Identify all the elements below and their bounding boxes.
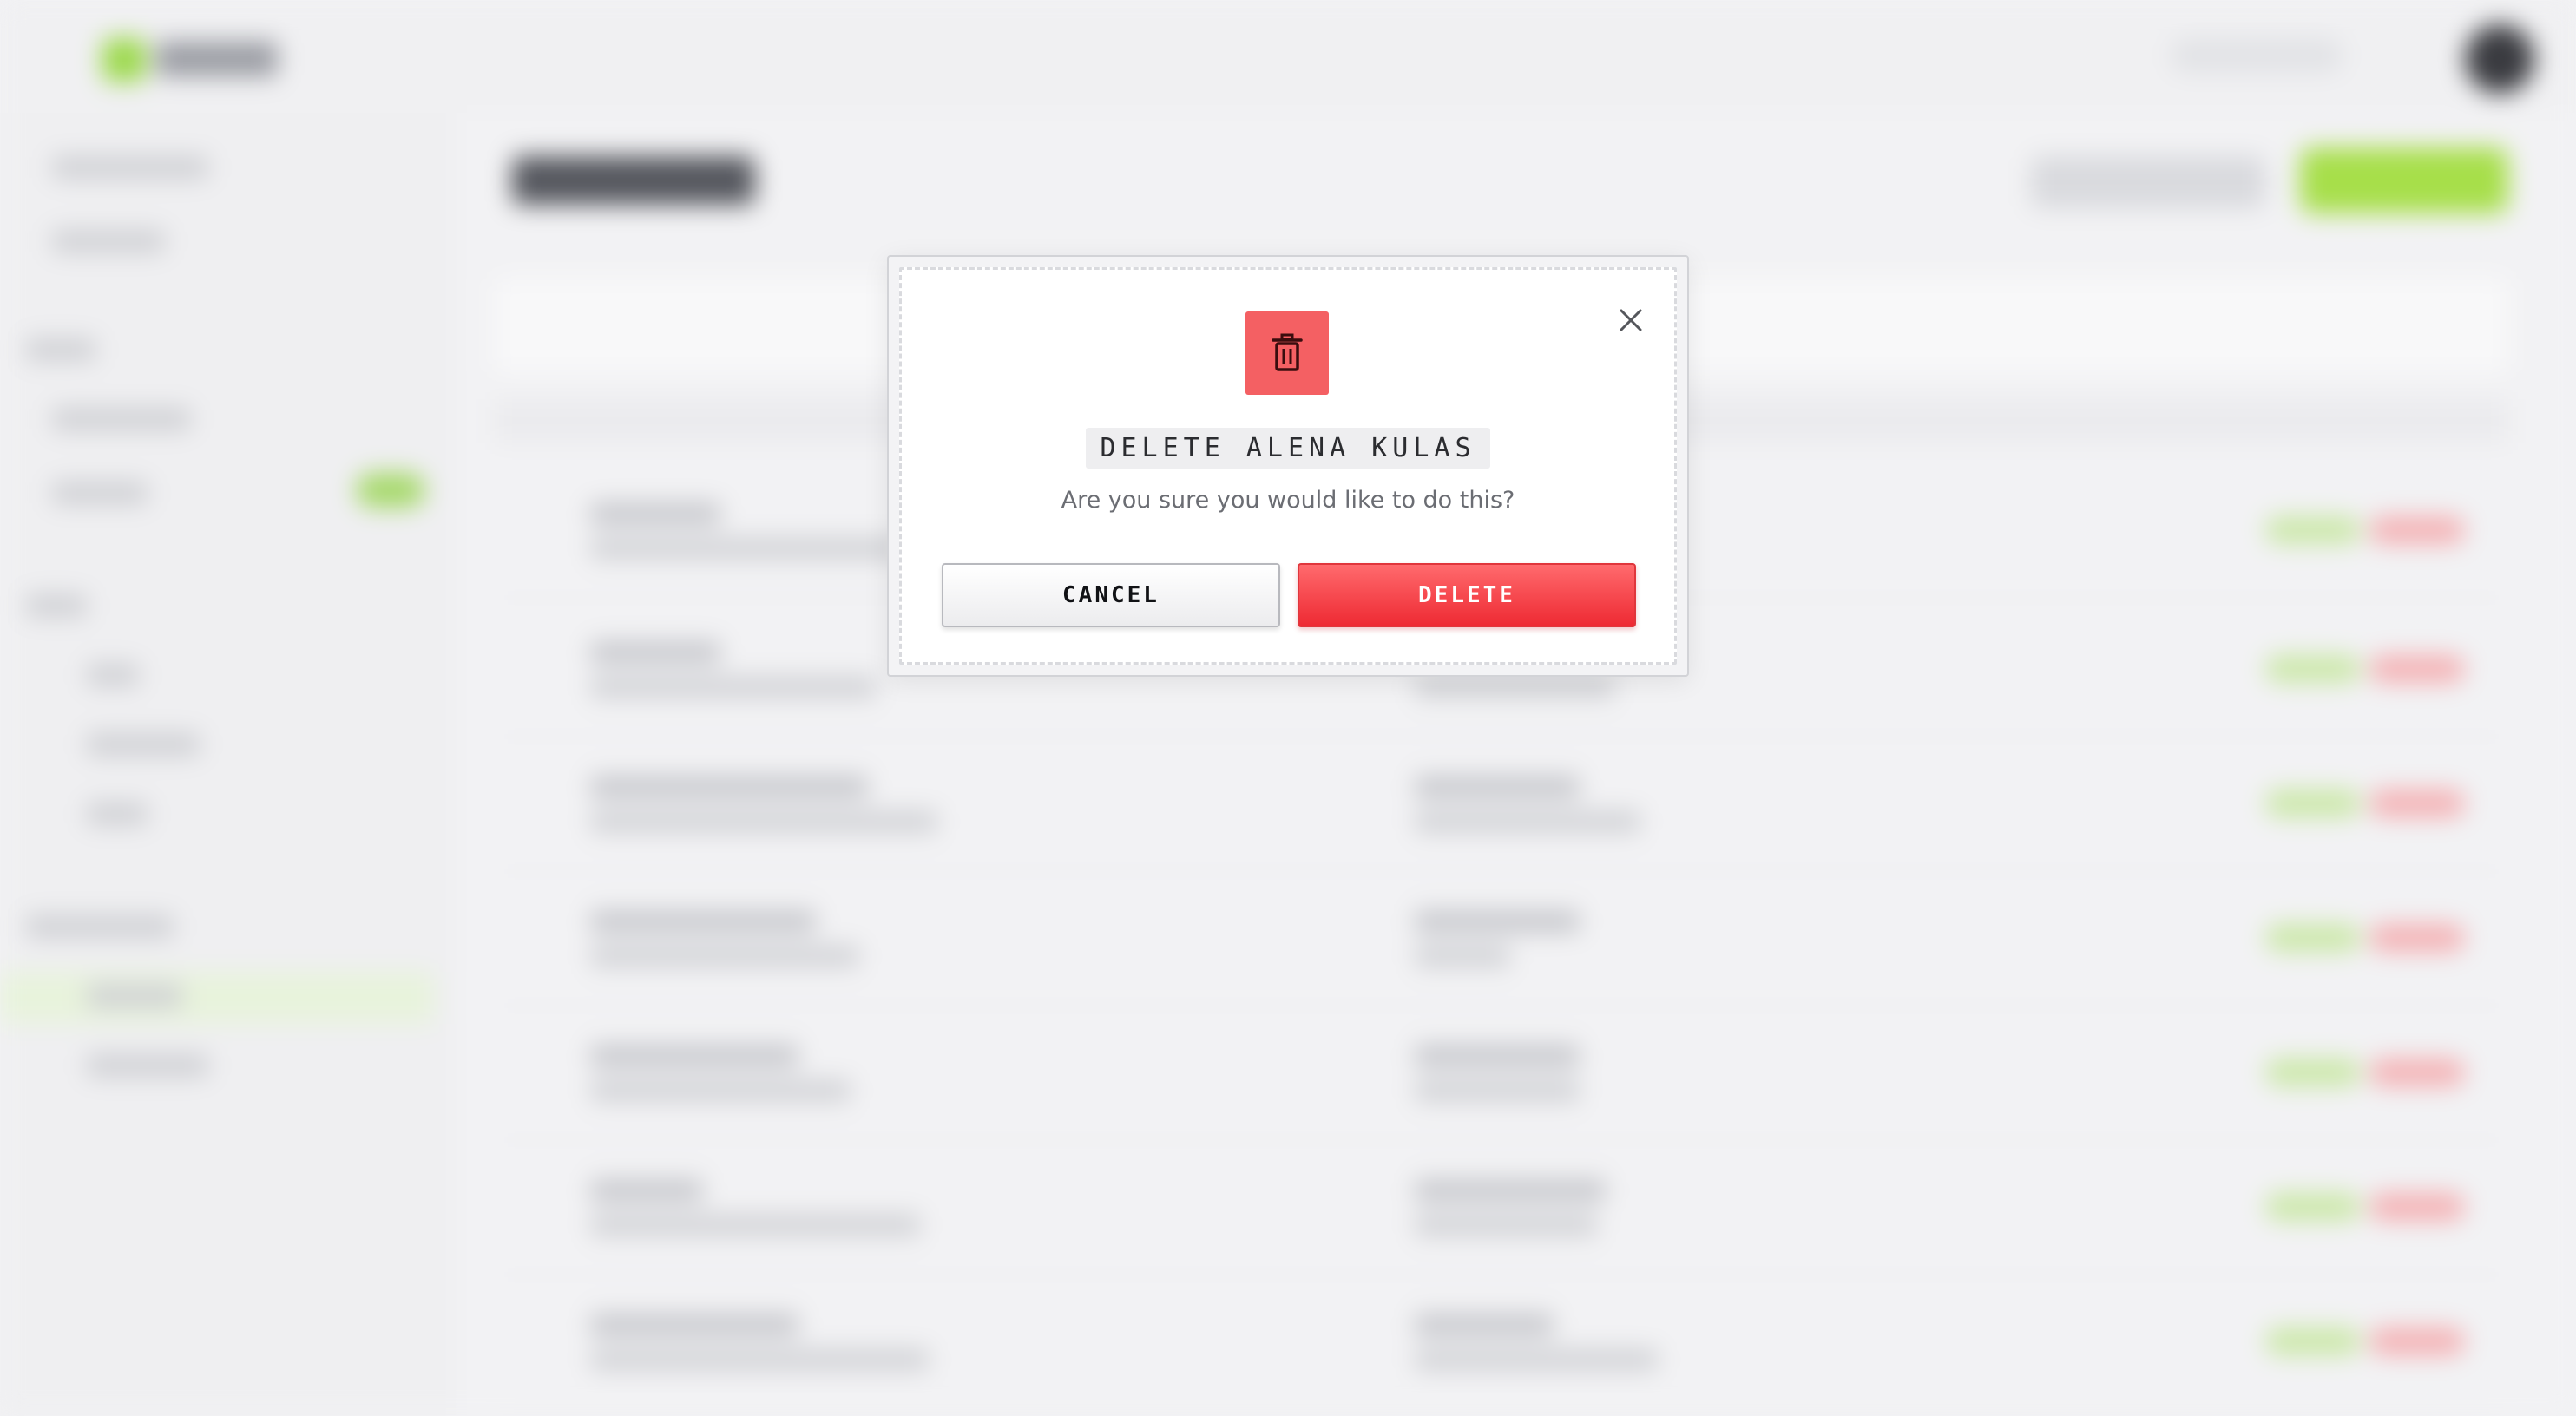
table-row [495,1280,2508,1410]
close-button[interactable] [1613,303,1648,338]
close-icon [1620,309,1642,331]
top-search-pill [2170,38,2343,73]
sidebar-line [52,408,191,430]
sidebar-line [87,664,139,686]
sidebar-line [87,985,182,1007]
cancel-button-label: CANCEL [1062,582,1160,608]
trash-icon [1272,333,1303,371]
sidebar-line [87,1054,208,1077]
secondary-action-button [2031,156,2265,208]
sidebar-line [26,338,95,361]
sidebar-line [26,594,87,617]
table-row [495,876,2508,1006]
delete-button-label: DELETE [1418,582,1515,608]
logo-text [156,42,278,76]
table-row [495,742,2508,872]
danger-icon-box [1245,311,1329,395]
sidebar-line [52,156,208,179]
sidebar-active-item [0,972,434,1024]
delete-confirmation-dialog: DELETE ALENA KULAS Are you sure you woul… [887,255,1689,677]
blurred-background-app [0,0,2576,1416]
cancel-button[interactable]: CANCEL [942,563,1280,627]
sidebar [0,113,451,1416]
sidebar-line [52,230,165,252]
dialog-title: DELETE ALENA KULAS [1086,428,1490,469]
sidebar-line [52,482,148,504]
sidebar-line [87,803,148,825]
primary-action-button [2300,148,2508,213]
page-title [512,156,755,205]
table-row [495,1145,2508,1275]
logo-mark [102,38,146,82]
dialog-message: Are you sure you would like to do this? [1061,487,1515,514]
avatar [2465,24,2534,94]
sidebar-line [87,733,200,756]
delete-button[interactable]: DELETE [1298,563,1636,627]
sidebar-line [26,915,174,938]
sidebar-badge [356,473,425,508]
dialog-title-wrap: DELETE ALENA KULAS [902,428,1674,469]
table-row [495,1011,2508,1141]
dialog-body: DELETE ALENA KULAS Are you sure you woul… [899,267,1677,665]
